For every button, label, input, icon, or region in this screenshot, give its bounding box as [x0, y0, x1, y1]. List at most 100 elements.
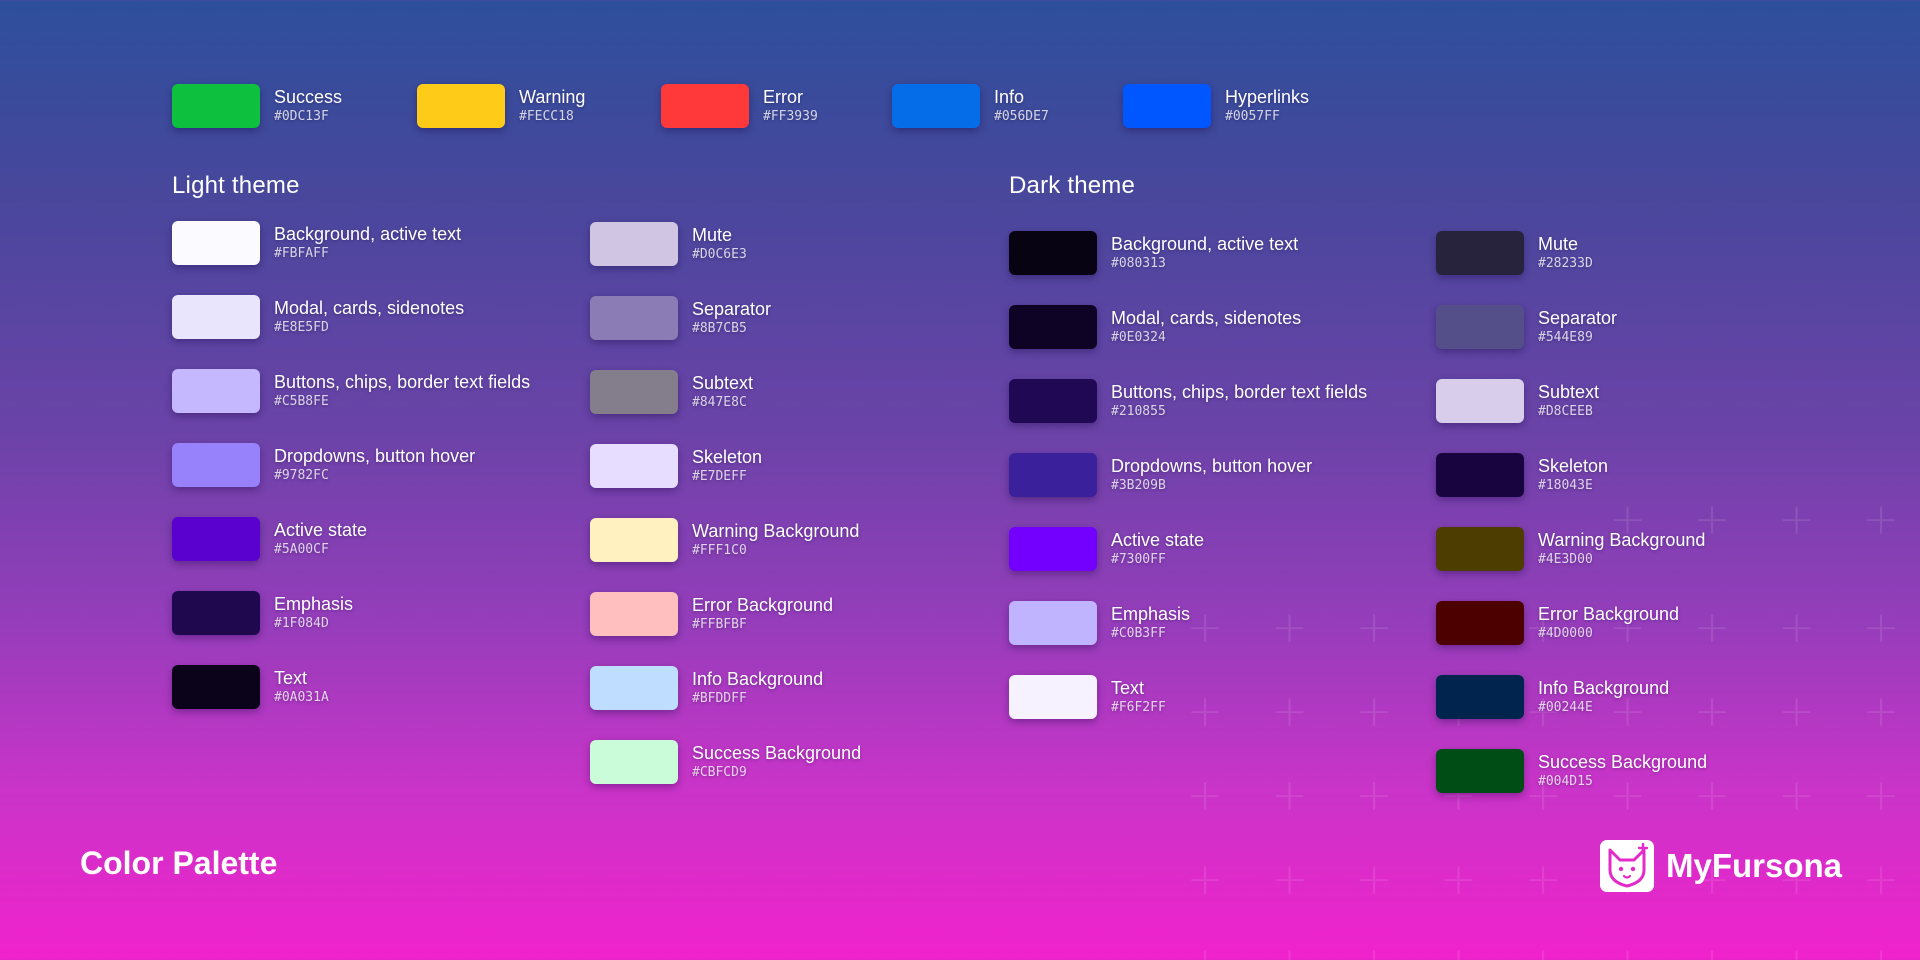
- plus-decoration: +: [1778, 770, 1815, 821]
- swatch-hex: #3B209B: [1111, 478, 1166, 493]
- plus-decoration: +: [1355, 770, 1393, 821]
- swatch-separator: Separator #8B7CB5: [590, 296, 861, 340]
- swatch-hex: #847E8C: [692, 395, 747, 410]
- color-swatch: [1436, 305, 1524, 349]
- swatch-label: Background, active text: [1111, 234, 1299, 254]
- swatch-text: Subtext #D8CEEB: [1538, 381, 1599, 421]
- swatch-info-background: Info Background #BFDDFF: [590, 666, 861, 710]
- color-swatch: [1009, 305, 1097, 349]
- swatch-label: Modal, cards, sidenotes: [1111, 308, 1302, 328]
- swatch-warning-background: Warning Background #4E3D00: [1436, 527, 1707, 571]
- light-theme-secondary-list: Mute #D0C6E3 Separator #8B7CB5 Subtext #847E8…: [590, 222, 861, 784]
- swatch-error: Error #FF3939: [661, 84, 892, 128]
- swatch-text: Modal, cards, sidenotes #E8E5FD: [274, 297, 464, 337]
- swatch-hex: #C5B8FE: [274, 394, 329, 409]
- swatch-text: Success #0DC13F: [274, 86, 342, 126]
- swatch-label: Subtext: [692, 373, 754, 393]
- swatch-hex: #E7DEFF: [692, 469, 747, 484]
- plus-decoration: +: [1440, 854, 1477, 905]
- swatch-text: Success Background #004D15: [1538, 751, 1707, 791]
- swatch-text: Emphasis #1F084D: [274, 593, 353, 633]
- swatch-hex: #28233D: [1538, 256, 1593, 271]
- swatch-text: Info #056DE7: [994, 86, 1049, 126]
- brand: MyFursona: [1600, 840, 1842, 892]
- swatch-text: Background, active text #FBFAFF: [274, 223, 461, 263]
- plus-decoration: +: [1609, 942, 1646, 960]
- swatch-dropdowns-button-hover: Dropdowns, button hover #3B209B: [1009, 453, 1367, 497]
- swatch-mute: Mute #D0C6E3: [590, 222, 861, 266]
- plus-decoration: +: [1778, 942, 1815, 960]
- swatch-hex: #056DE7: [994, 109, 1049, 124]
- swatch-text: Warning #FECC18: [519, 86, 585, 126]
- swatch-hex: #004D15: [1538, 774, 1593, 789]
- plus-decoration: +: [1525, 942, 1562, 960]
- plus-decoration: +: [1778, 602, 1815, 653]
- plus-decoration: +: [1862, 854, 1900, 905]
- swatch-label: Background, active text: [274, 224, 462, 244]
- color-swatch: [1436, 379, 1524, 423]
- swatch-background-active-text: Background, active text #FBFAFF: [172, 221, 530, 265]
- swatch-label: Info: [994, 87, 1025, 107]
- swatch-success: Success #0DC13F: [172, 84, 417, 128]
- swatch-text: Skeleton #18043E: [1538, 455, 1608, 495]
- plus-decoration: +: [1862, 494, 1900, 545]
- swatch-label: Info Background: [692, 669, 824, 689]
- color-swatch: [1436, 749, 1524, 793]
- plus-decoration: +: [1862, 686, 1900, 737]
- swatch-text: Dropdowns, button hover #9782FC: [274, 445, 475, 485]
- swatch-modal-cards-sidenotes: Modal, cards, sidenotes #0E0324: [1009, 305, 1367, 349]
- color-swatch: [1123, 84, 1211, 128]
- color-swatch: [1009, 527, 1097, 571]
- swatch-buttons-chips-border-text-fields: Buttons, chips, border text fields #C5B8F…: [172, 369, 530, 413]
- swatch-hex: #FFF1C0: [692, 543, 747, 558]
- swatch-label: Buttons, chips, border text fields: [1111, 382, 1368, 402]
- swatch-emphasis: Emphasis #1F084D: [172, 591, 530, 635]
- color-swatch: [172, 443, 260, 487]
- swatch-text: Info Background #BFDDFF: [692, 668, 823, 708]
- swatch-label: Modal, cards, sidenotes: [274, 298, 465, 318]
- swatch-text: Modal, cards, sidenotes #0E0324: [1111, 307, 1301, 347]
- brand-name: MyFursona: [1666, 847, 1843, 884]
- swatch-text: Text #F6F2FF: [1009, 675, 1367, 719]
- swatch-hex: #00244E: [1538, 700, 1593, 715]
- swatch-subtext: Subtext #847E8C: [590, 370, 861, 414]
- light-theme-title: Light theme: [172, 172, 300, 199]
- swatch-active-state: Active state #7300FF: [1009, 527, 1367, 571]
- color-swatch: [1436, 453, 1524, 497]
- swatch-label: Skeleton: [692, 447, 763, 467]
- swatch-text: Info Background #00244E: [1538, 677, 1669, 717]
- swatch-success-background: Success Background #004D15: [1436, 749, 1707, 793]
- swatch-separator: Separator #544E89: [1436, 305, 1707, 349]
- dark-theme-primary-list: Background, active text #080313 Modal, car…: [1009, 231, 1367, 719]
- swatch-label: Separator: [1538, 308, 1618, 328]
- swatch-label: Warning Background: [692, 521, 860, 541]
- swatch-text: Text #F6F2FF: [1111, 677, 1166, 717]
- color-swatch: [172, 84, 260, 128]
- plus-decoration: +: [1355, 854, 1393, 905]
- swatch-modal-cards-sidenotes: Modal, cards, sidenotes #E8E5FD: [172, 295, 530, 339]
- swatch-text: Text #0A031A: [172, 665, 530, 709]
- color-swatch: [172, 295, 260, 339]
- plus-decoration: +: [1271, 854, 1308, 905]
- swatch-hex: #FFBFBF: [692, 617, 747, 632]
- swatch-hex: #7300FF: [1111, 552, 1166, 567]
- swatch-hex: #CBFCD9: [692, 765, 747, 780]
- plus-decoration: +: [1186, 854, 1224, 905]
- swatch-hex: #BFDDFF: [692, 691, 747, 706]
- swatch-text: Success Background #CBFCD9: [692, 742, 861, 782]
- swatch-label: Info Background: [1538, 678, 1670, 698]
- color-swatch: [1436, 527, 1524, 571]
- swatch-label: Dropdowns, button hover: [1111, 456, 1313, 476]
- swatch-label: Skeleton: [1538, 456, 1609, 476]
- color-swatch: [172, 665, 260, 709]
- swatch-dropdowns-button-hover: Dropdowns, button hover #9782FC: [172, 443, 530, 487]
- color-swatch: [172, 591, 260, 635]
- color-swatch: [1009, 231, 1097, 275]
- swatch-text: Mute #28233D: [1538, 233, 1593, 273]
- swatch-emphasis: Emphasis #C0B3FF: [1009, 601, 1367, 645]
- color-swatch: [590, 444, 678, 488]
- swatch-hex: #18043E: [1538, 478, 1593, 493]
- swatch-hex: #0E0324: [1111, 330, 1166, 345]
- color-swatch: [892, 84, 980, 128]
- dark-theme-secondary-list: Mute #28233D Separator #544E89 Subtext #D8CEE…: [1436, 231, 1707, 793]
